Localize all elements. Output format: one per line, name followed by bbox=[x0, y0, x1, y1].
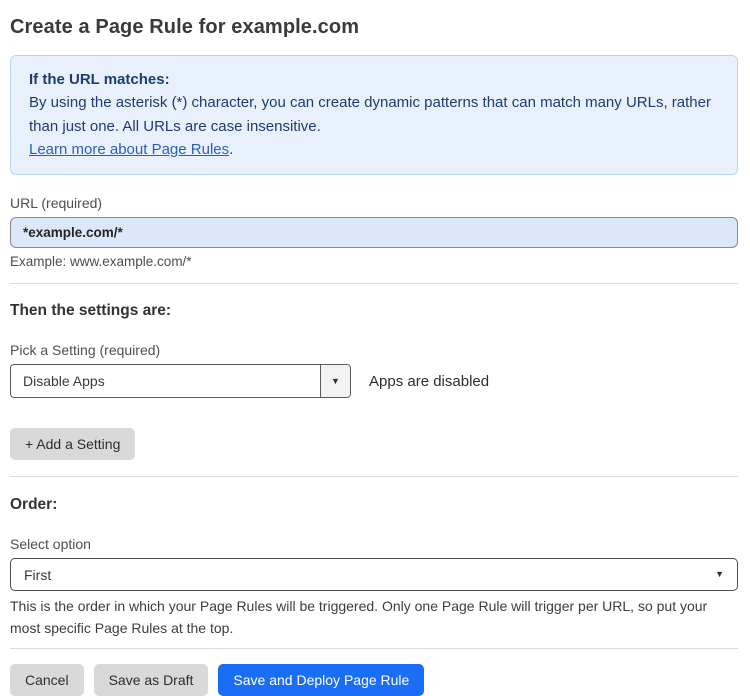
cancel-button[interactable]: Cancel bbox=[10, 664, 84, 696]
info-banner-link-row: Learn more about Page Rules. bbox=[29, 138, 719, 161]
create-page-rule-panel: Create a Page Rule for example.com If th… bbox=[0, 0, 750, 696]
page-title: Create a Page Rule for example.com bbox=[10, 16, 360, 38]
save-and-deploy-button[interactable]: Save and Deploy Page Rule bbox=[218, 664, 425, 696]
setting-picker-label: Pick a Setting (required) bbox=[10, 342, 161, 358]
add-setting-button[interactable]: + Add a Setting bbox=[10, 428, 136, 460]
save-as-draft-button[interactable]: Save as Draft bbox=[93, 664, 209, 696]
setting-row: Disable Apps ▼ Apps are disabled bbox=[10, 364, 738, 398]
info-banner-heading: If the URL matches: bbox=[29, 71, 170, 88]
link-period: . bbox=[229, 140, 234, 158]
divider bbox=[10, 648, 738, 650]
url-label: URL (required) bbox=[10, 195, 103, 211]
caret-down-icon: ▼ bbox=[715, 569, 724, 579]
info-banner-body: By using the asterisk (*) character, you… bbox=[29, 94, 711, 135]
url-input[interactable] bbox=[10, 217, 738, 248]
caret-down-icon: ▼ bbox=[331, 375, 340, 386]
order-select-value: First bbox=[24, 566, 52, 583]
divider bbox=[10, 283, 738, 284]
setting-dropdown-value: Disable Apps bbox=[23, 373, 105, 389]
footer-actions: Cancel Save as Draft Save and Deploy Pag… bbox=[10, 664, 738, 696]
settings-heading: Then the settings are: bbox=[10, 302, 172, 319]
setting-dropdown[interactable]: Disable Apps ▼ bbox=[10, 364, 351, 398]
learn-more-link[interactable]: Learn more about Page Rules bbox=[29, 141, 229, 158]
setting-dropdown-arrow-button[interactable]: ▼ bbox=[320, 365, 350, 397]
setting-status-text: Apps are disabled bbox=[369, 372, 490, 390]
info-banner: If the URL matches: By using the asteris… bbox=[10, 55, 738, 175]
order-select[interactable]: First ▼ bbox=[10, 558, 738, 591]
order-heading: Order: bbox=[10, 496, 58, 513]
order-select-label: Select option bbox=[10, 536, 91, 552]
url-example-helper: Example: www.example.com/* bbox=[10, 254, 192, 269]
order-helper-text: This is the order in which your Page Rul… bbox=[10, 598, 708, 636]
divider bbox=[10, 476, 738, 477]
